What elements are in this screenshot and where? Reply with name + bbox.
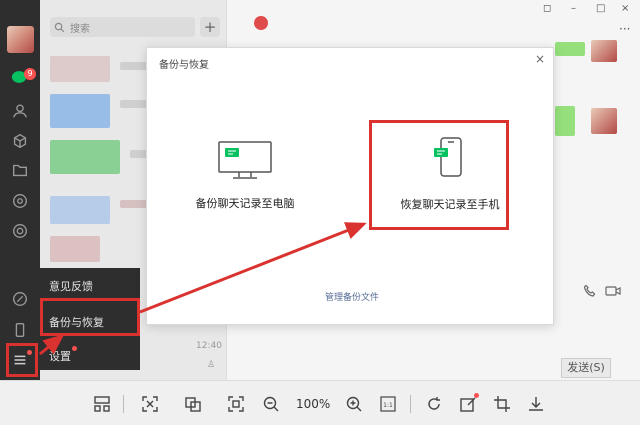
highlight-menu-button	[6, 343, 38, 377]
folder-icon[interactable]	[10, 160, 30, 180]
menu-item-feedback[interactable]: 意见反馈	[49, 278, 93, 294]
video-call-icon[interactable]	[605, 284, 621, 301]
more-icon[interactable]: ···	[619, 22, 630, 36]
user-icon: ♙	[207, 360, 216, 370]
voice-call-icon[interactable]	[583, 284, 597, 301]
manage-backup-link[interactable]: 管理备份文件	[325, 290, 379, 303]
close-icon[interactable]: ×	[621, 3, 629, 14]
highlight-restore-option	[369, 120, 509, 230]
menu-item-settings[interactable]: 设置	[49, 348, 71, 364]
header-icon	[254, 16, 268, 30]
message-bubble	[555, 42, 585, 56]
edit-notification-dot	[474, 393, 479, 398]
toolbar-divider	[123, 395, 124, 413]
svg-text:1:1: 1:1	[383, 402, 393, 409]
computer-icon	[218, 141, 272, 179]
settings-notification-dot	[72, 346, 77, 351]
maximize-icon[interactable]: □	[596, 3, 605, 14]
rotate-icon[interactable]	[425, 395, 443, 413]
fit-screen-icon[interactable]	[227, 395, 245, 413]
message-bubble	[555, 106, 575, 136]
search-input[interactable]: 搜索	[50, 17, 195, 37]
layout-icon[interactable]	[93, 395, 111, 413]
toolbar-divider	[410, 395, 411, 413]
minimize-icon[interactable]: –	[571, 3, 576, 14]
list-item[interactable]	[50, 196, 110, 224]
avatar[interactable]	[7, 26, 34, 53]
message-time: 12:40	[196, 341, 222, 351]
favorites-icon[interactable]	[10, 131, 30, 151]
phone-icon[interactable]	[10, 320, 30, 340]
contacts-icon[interactable]	[10, 101, 30, 121]
channels-icon[interactable]	[10, 221, 30, 241]
list-item[interactable]	[50, 56, 110, 82]
extract-text-icon[interactable]	[141, 395, 159, 413]
zoom-level: 100%	[296, 397, 331, 411]
zoom-out-icon[interactable]	[262, 395, 280, 413]
list-item[interactable]	[50, 94, 110, 128]
avatar	[591, 108, 617, 134]
add-button[interactable]: +	[200, 17, 220, 37]
download-icon[interactable]	[527, 395, 545, 413]
list-item[interactable]	[50, 236, 100, 262]
send-button[interactable]: 发送(S)	[561, 358, 611, 378]
pin-icon[interactable]: ◻	[543, 3, 551, 14]
mini-program-icon[interactable]	[10, 289, 30, 309]
highlight-backup-menu-item	[40, 298, 140, 336]
actual-size-icon[interactable]: 1:1	[379, 395, 397, 413]
backup-to-pc-option[interactable]: 备份聊天记录至电脑	[175, 138, 315, 211]
left-sidebar: 9	[0, 0, 40, 380]
list-item[interactable]	[50, 140, 120, 174]
search-placeholder: 搜索	[70, 23, 90, 35]
backup-to-pc-label: 备份聊天记录至电脑	[195, 197, 295, 210]
dialog-title: 备份与恢复	[159, 60, 209, 71]
screenshot-icon[interactable]	[184, 395, 202, 413]
screenshot-toolbar: 100% 1:1	[0, 380, 640, 425]
zoom-in-icon[interactable]	[345, 395, 363, 413]
crop-icon[interactable]	[493, 395, 511, 413]
unread-badge: 9	[24, 68, 36, 80]
dialog-close-button[interactable]: ×	[535, 52, 545, 66]
moments-icon[interactable]	[10, 191, 30, 211]
search-icon	[54, 22, 65, 32]
avatar	[591, 40, 617, 62]
